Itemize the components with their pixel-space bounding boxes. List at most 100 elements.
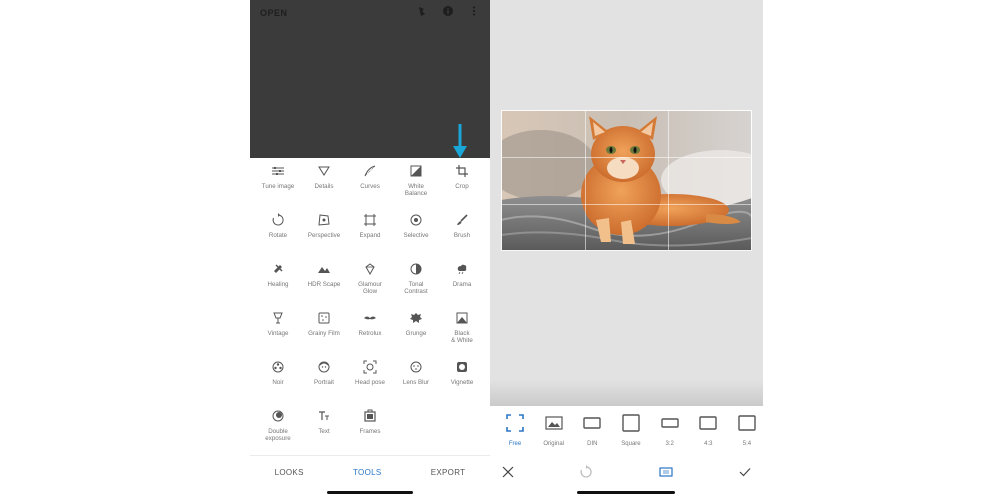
tools-grid: Tune image Details Curves White Balance Crop…	[255, 162, 485, 456]
tool-frames[interactable]: Frames	[347, 407, 393, 456]
rotate-icon[interactable]	[578, 464, 594, 480]
top-toolbar	[416, 5, 480, 17]
tab-export[interactable]: EXPORT	[431, 468, 466, 477]
aspect-option[interactable]: 5:4	[731, 406, 763, 456]
retrolux-icon	[363, 311, 377, 325]
tool-head-pose[interactable]: Head pose	[347, 358, 393, 407]
tool-vignette[interactable]: Vignette	[439, 358, 485, 407]
shade	[490, 380, 763, 408]
tool-tune[interactable]: Tune image	[255, 162, 301, 211]
brush-icon	[455, 213, 469, 227]
grid-line	[502, 204, 751, 205]
tool-label: Lens Blur	[402, 379, 430, 386]
tool-label: Grainy Film	[308, 330, 340, 337]
tool-label: Glamour Glow	[358, 281, 382, 295]
tool-double-exposure[interactable]: Double exposure	[255, 407, 301, 456]
tool-label: Brush	[453, 232, 471, 239]
aspect-label: Square	[621, 441, 641, 447]
tool-label: Drama	[452, 281, 472, 288]
check-icon[interactable]	[737, 464, 753, 480]
tool-label: Grunge	[405, 330, 427, 337]
ratio-5-4-icon	[738, 412, 756, 434]
tool-expand[interactable]: Expand	[347, 211, 393, 260]
hdr-icon	[317, 262, 331, 276]
aspect-option[interactable]: 4:3	[692, 406, 724, 456]
head-pose-icon	[363, 360, 377, 374]
tool-noir[interactable]: Noir	[255, 358, 301, 407]
tool-retrolux[interactable]: Retrolux	[347, 309, 393, 358]
tool-lens-blur[interactable]: Lens Blur	[393, 358, 439, 407]
tool-brush[interactable]: Brush	[439, 211, 485, 260]
selective-icon	[409, 213, 423, 227]
tool-label: Head pose	[355, 379, 385, 386]
square-ratio-icon	[622, 412, 640, 434]
aspect-label: 3:2	[665, 441, 674, 447]
aspect-label: Free	[508, 441, 522, 447]
tool-text[interactable]: Text	[301, 407, 347, 456]
tool-healing[interactable]: Healing	[255, 260, 301, 309]
tool-vintage[interactable]: Vintage	[255, 309, 301, 358]
tool-curves[interactable]: Curves	[347, 162, 393, 211]
ratio-3-2-icon	[660, 412, 679, 434]
aspect-option[interactable]: Square	[615, 406, 647, 456]
tool-grunge[interactable]: Grunge	[393, 309, 439, 358]
tool-label: Tune image	[261, 183, 295, 190]
info-icon[interactable]	[442, 5, 454, 17]
home-indicator[interactable]	[577, 491, 675, 494]
original-ratio-icon	[545, 412, 563, 434]
aspect-option[interactable]: DIN	[576, 406, 608, 456]
tool-label: HDR Scape	[307, 281, 341, 288]
tab-looks[interactable]: LOOKS	[275, 468, 304, 477]
more-vert-icon[interactable]	[468, 5, 480, 17]
tool-perspective[interactable]: Perspective	[301, 211, 347, 260]
tool-label: Black & White	[451, 330, 473, 344]
aspect-option[interactable]: 3:2	[654, 406, 686, 456]
aspect-label: Original	[543, 441, 564, 447]
tool-drama[interactable]: Drama	[439, 260, 485, 309]
tool-label: Portrait	[314, 379, 334, 386]
portrait-icon	[317, 360, 331, 374]
aspect-ratio-icon[interactable]	[658, 464, 674, 480]
din-ratio-icon	[583, 412, 602, 434]
grid-line	[502, 157, 751, 158]
crop-frame[interactable]	[501, 110, 752, 251]
aspect-option[interactable]: Free	[499, 406, 531, 456]
tool-label: Noir	[272, 379, 284, 386]
layers-icon[interactable]	[416, 5, 428, 17]
tool-label: Healing	[267, 281, 289, 288]
curves-icon	[363, 164, 377, 178]
tool-crop[interactable]: Crop	[439, 162, 485, 211]
tool-label: Vignette	[450, 379, 474, 386]
tool-black-white[interactable]: Black & White	[439, 309, 485, 358]
home-indicator[interactable]	[327, 491, 413, 494]
white-balance-icon	[409, 164, 423, 178]
aspect-label: DIN	[587, 441, 598, 447]
healing-icon	[271, 262, 285, 276]
tool-details[interactable]: Details	[301, 162, 347, 211]
close-icon[interactable]	[500, 464, 516, 480]
tool-tonal-contrast[interactable]: Tonal Contrast	[393, 260, 439, 309]
tool-portrait[interactable]: Portrait	[301, 358, 347, 407]
double-exposure-icon	[271, 409, 285, 423]
tool-white-balance[interactable]: White Balance	[393, 162, 439, 211]
tab-tools[interactable]: TOOLS	[353, 468, 381, 477]
tool-label: Double exposure	[265, 428, 291, 442]
tool-label: Perspective	[307, 232, 341, 239]
tool-selective[interactable]: Selective	[393, 211, 439, 260]
tool-rotate[interactable]: Rotate	[255, 211, 301, 260]
bottom-nav: LOOKS TOOLS EXPORT	[250, 455, 490, 489]
ratio-4-3-icon	[699, 412, 717, 434]
tool-hdr[interactable]: HDR Scape	[301, 260, 347, 309]
tool-grainy-film[interactable]: Grainy Film	[301, 309, 347, 358]
pointer-arrow-icon	[453, 124, 467, 158]
tool-glamour-glow[interactable]: Glamour Glow	[347, 260, 393, 309]
aspect-label: 4:3	[704, 441, 713, 447]
open-button[interactable]: OPEN	[260, 8, 288, 18]
drama-icon	[455, 262, 469, 276]
vignette-icon	[455, 360, 469, 374]
tool-label: Frames	[359, 428, 381, 435]
tool-label: Text	[318, 428, 330, 435]
tonal-contrast-icon	[409, 262, 423, 276]
tools-screen: OPEN Tune image Details Curves White Balanc…	[250, 0, 490, 500]
aspect-option[interactable]: Original	[538, 406, 570, 456]
